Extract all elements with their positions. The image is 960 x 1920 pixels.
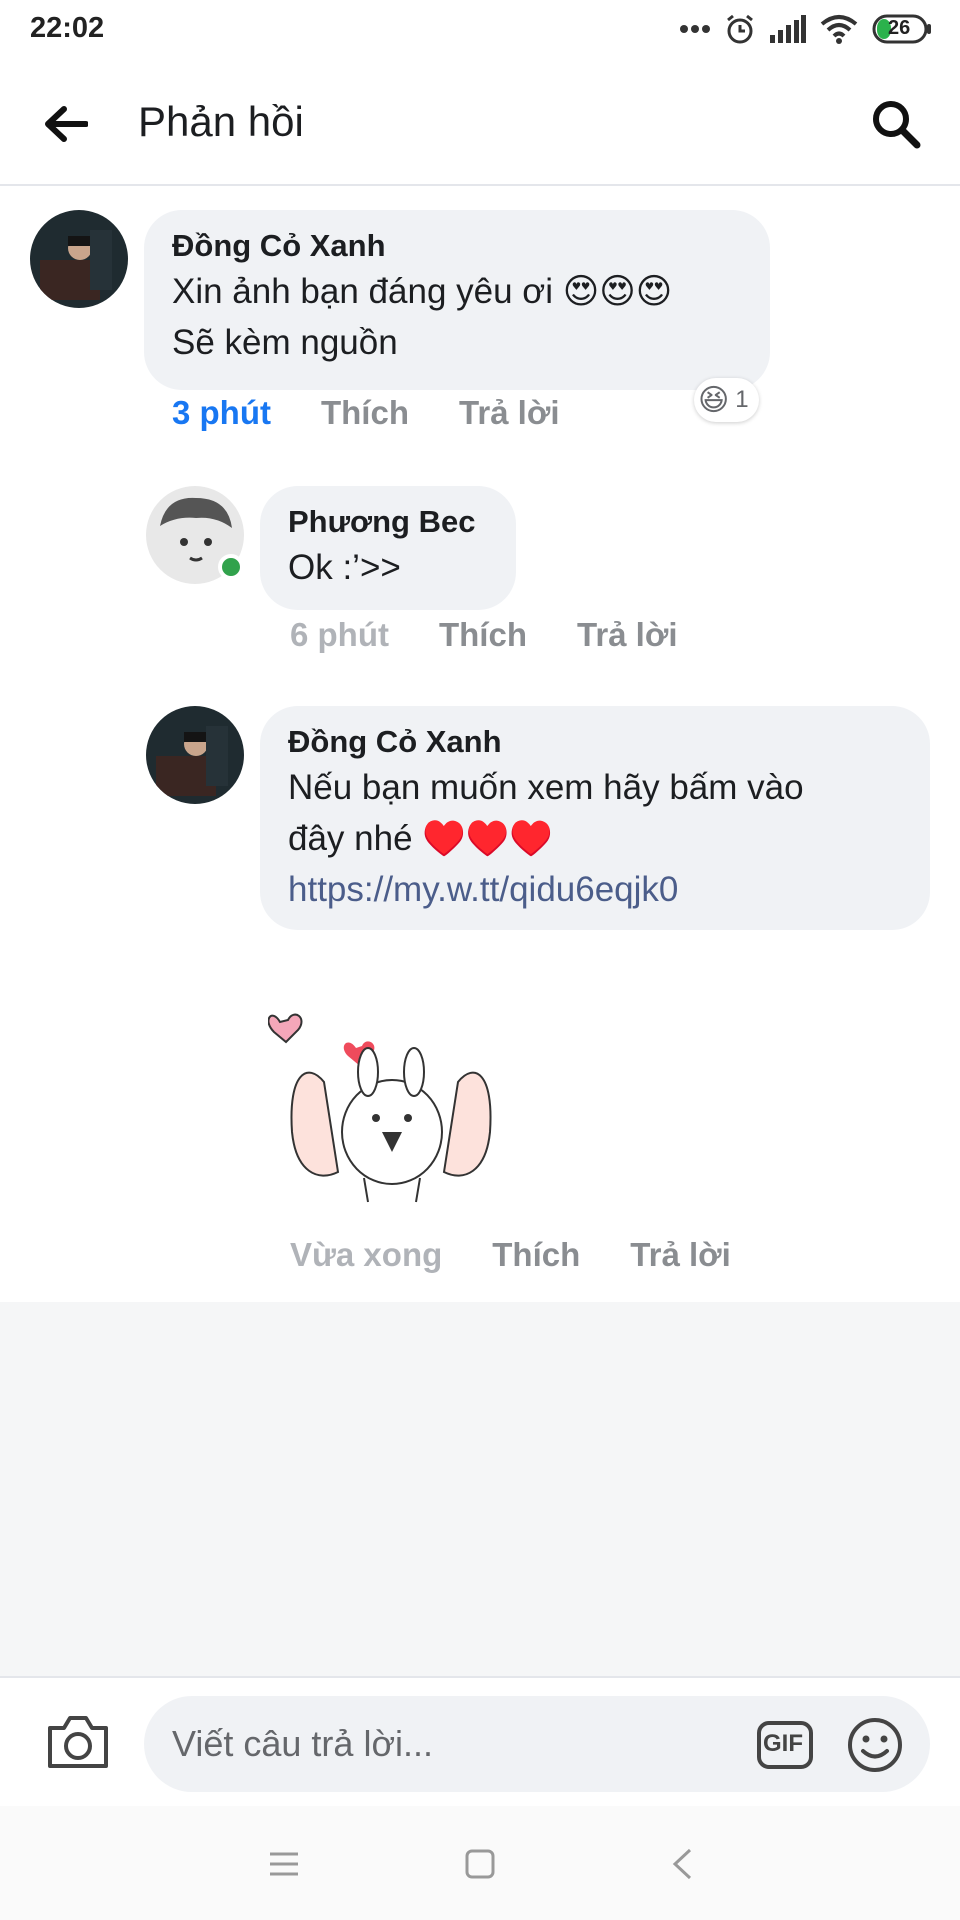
- more-dots-icon: [680, 24, 710, 34]
- search-icon: [873, 101, 921, 149]
- status-icons: 26: [680, 12, 932, 46]
- comment-time[interactable]: 6 phút: [290, 616, 389, 654]
- comment-author[interactable]: Phương Bec: [288, 502, 488, 542]
- alarm-icon: [724, 13, 756, 45]
- comment-actions: Vừa xong Thích Trả lời: [290, 1236, 781, 1274]
- comment-author[interactable]: Đồng Cỏ Xanh: [172, 226, 742, 266]
- reaction-badge[interactable]: 😆 1: [694, 378, 759, 422]
- thread-background: [0, 1302, 960, 1676]
- comment-text: Nếu bạn muốn xem hãy bấm vào: [288, 768, 804, 807]
- comment-actions: 6 phút Thích Trả lời: [290, 616, 727, 654]
- comment-text: Sẽ kèm nguồn: [172, 323, 398, 362]
- reaction-count: 1: [735, 386, 749, 413]
- back-chevron-icon: [672, 1848, 692, 1880]
- menu-button[interactable]: [262, 1842, 306, 1886]
- camera-icon: [48, 1716, 108, 1768]
- system-nav-bar: [0, 1806, 960, 1920]
- comment-bubble[interactable]: Phương Bec Ok :’>>: [260, 486, 516, 610]
- like-button[interactable]: Thích: [439, 616, 527, 654]
- laugh-reaction-icon: 😆: [698, 383, 730, 417]
- header: Phản hồi: [0, 60, 960, 186]
- gif-label: GIF: [763, 1730, 803, 1757]
- comment-text: Ok :’>>: [288, 548, 401, 587]
- comment-bubble[interactable]: Đồng Cỏ Xanh Xin ảnh bạn đáng yêu ơi 😍😍😍…: [144, 210, 770, 390]
- emoji-button[interactable]: [846, 1716, 904, 1774]
- comment-text: Xin ảnh bạn đáng yêu ơi 😍😍😍: [172, 272, 673, 311]
- reply-button[interactable]: Trả lời: [459, 394, 560, 432]
- online-indicator: [218, 554, 244, 580]
- reply-input[interactable]: [172, 1696, 732, 1792]
- status-bar: 22:02 26: [0, 0, 960, 60]
- back-nav-button[interactable]: [660, 1842, 704, 1886]
- home-square-icon: [465, 1849, 495, 1879]
- comment-author[interactable]: Đồng Cỏ Xanh: [288, 722, 902, 762]
- back-button[interactable]: [40, 100, 92, 148]
- camera-button[interactable]: [46, 1714, 110, 1770]
- wifi-icon: [820, 14, 858, 44]
- reply-button[interactable]: Trả lời: [577, 616, 678, 654]
- comment-text: đây nhé ♥️♥️♥️: [288, 819, 554, 858]
- search-button[interactable]: [868, 96, 924, 152]
- page-title: Phản hồi: [138, 98, 304, 145]
- bunny-hearts-sticker[interactable]: [267, 1002, 498, 1222]
- battery-icon: 26: [872, 14, 932, 44]
- avatar[interactable]: [146, 706, 244, 804]
- home-button[interactable]: [458, 1842, 502, 1886]
- comment-bubble[interactable]: Đồng Cỏ Xanh Nếu bạn muốn xem hãy bấm và…: [260, 706, 930, 930]
- smiley-icon: [848, 1718, 902, 1772]
- reply-button[interactable]: Trả lời: [630, 1236, 731, 1274]
- comment-actions: 3 phút Thích Trả lời: [172, 394, 609, 432]
- arrow-left-icon: [45, 106, 88, 142]
- menu-icon: [270, 1852, 298, 1876]
- reply-composer: GIF: [0, 1676, 960, 1806]
- comment-time[interactable]: 3 phút: [172, 394, 271, 432]
- avatar[interactable]: [30, 210, 128, 308]
- comment-time[interactable]: Vừa xong: [290, 1236, 442, 1274]
- signal-icon: [770, 15, 806, 43]
- comment-link[interactable]: https://my.w.tt/qidu6eqjk0: [288, 864, 902, 915]
- status-time: 22:02: [30, 12, 105, 44]
- like-button[interactable]: Thích: [321, 394, 409, 432]
- gif-button[interactable]: GIF: [756, 1720, 814, 1770]
- like-button[interactable]: Thích: [492, 1236, 580, 1274]
- reply-input-container: GIF: [144, 1696, 930, 1792]
- battery-level: 26: [888, 17, 911, 39]
